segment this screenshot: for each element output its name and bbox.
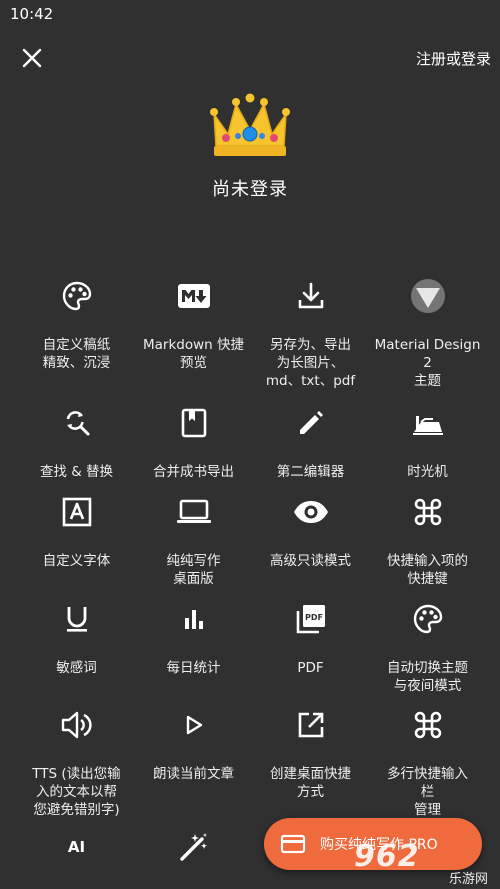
feature-custom-font[interactable]: 自定义字体 xyxy=(18,494,135,601)
feature-tts[interactable]: TTS (读出您输 入的文本以帮 您避免错别字) xyxy=(18,707,135,829)
feature-row: 自定义字体 纯纯写作 桌面版 高级只读模式 快捷输入项的 快捷键 xyxy=(18,494,486,601)
feature-label: 每日统计 xyxy=(166,660,221,676)
markdown-icon xyxy=(177,284,210,308)
feature-magic-wand[interactable] xyxy=(135,829,252,869)
ai-icon: AI xyxy=(67,838,86,856)
feature-label: 纯纯写作 桌面版 xyxy=(166,553,221,587)
feature-label: 合并成书导出 xyxy=(153,464,234,480)
register-login-link[interactable]: 注册或登录 xyxy=(416,48,491,69)
feature-label: 创建桌面快捷 方式 xyxy=(270,766,351,800)
feature-label: 高级只读模式 xyxy=(270,553,351,569)
feature-label: 时光机 xyxy=(407,464,448,480)
close-icon xyxy=(22,48,42,68)
status-bar: 10:42 xyxy=(0,0,500,28)
feature-markdown-preview[interactable]: Markdown 快捷 预览 xyxy=(135,278,252,402)
play-icon xyxy=(186,715,202,735)
bar-chart-icon xyxy=(184,610,203,629)
laptop-icon xyxy=(176,499,211,523)
feature-label: Material Design 2 主题 xyxy=(374,337,481,389)
feature-read-only-mode[interactable]: 高级只读模式 xyxy=(252,494,369,601)
feature-row: TTS (读出您输 入的文本以帮 您避免错别字) 朗读当前文章 创建桌面快捷 方… xyxy=(18,707,486,829)
feature-desktop-version[interactable]: 纯纯写作 桌面版 xyxy=(135,494,252,601)
feature-label: 查找 & 替换 xyxy=(39,464,114,480)
watermark: 962 乐游网 xyxy=(354,839,494,887)
feature-multiline-input-manage[interactable]: 多行快捷输入 栏 管理 xyxy=(369,707,486,829)
feature-second-editor[interactable]: 第二编辑器 xyxy=(252,405,369,494)
watermark-logo: 962 xyxy=(354,839,420,874)
feature-daily-stats[interactable]: 每日统计 xyxy=(135,601,252,707)
underline-icon xyxy=(66,607,87,632)
time-machine-icon xyxy=(412,416,443,435)
feature-quick-input-shortcuts[interactable]: 快捷输入项的 快捷键 xyxy=(369,494,486,601)
feature-label: PDF xyxy=(297,660,324,676)
feature-label: 自定义稿纸 精致、沉浸 xyxy=(42,337,111,371)
pdf-icon: PDF xyxy=(296,605,325,634)
eye-icon xyxy=(293,501,328,523)
feature-label: Markdown 快捷 预览 xyxy=(142,337,244,371)
feature-sensitive-words[interactable]: 敏感词 xyxy=(18,601,135,707)
feature-custom-paper[interactable]: 自定义稿纸 精致、沉浸 xyxy=(18,278,135,402)
feature-merge-book[interactable]: 合并成书导出 xyxy=(135,405,252,494)
book-icon xyxy=(181,408,206,438)
feature-desktop-shortcut[interactable]: 创建桌面快捷 方式 xyxy=(252,707,369,829)
material-design-icon xyxy=(410,279,445,313)
svg-text:PDF: PDF xyxy=(305,613,323,622)
palette-icon xyxy=(62,281,91,311)
close-button[interactable] xyxy=(19,45,45,71)
login-status: 尚未登录 xyxy=(212,179,288,200)
feature-auto-theme[interactable]: 自动切换主题 与夜间模式 xyxy=(369,601,486,707)
feature-find-replace[interactable]: 查找 & 替换 xyxy=(18,405,135,494)
feature-label: 敏感词 xyxy=(56,660,97,676)
credit-card-icon xyxy=(280,834,306,854)
command-key-icon xyxy=(414,498,441,526)
feature-label: 自定义字体 xyxy=(42,553,111,569)
feature-material-theme[interactable]: Material Design 2 主题 xyxy=(369,278,486,402)
speaker-icon xyxy=(61,711,92,739)
feature-label: 第二编辑器 xyxy=(276,464,345,480)
watermark-sub: 乐游网 xyxy=(448,872,488,887)
pencil-icon xyxy=(299,411,323,434)
feature-grid: 自定义稿纸 精致、沉浸 Markdown 快捷 预览 另存为、导出 为长图片、 … xyxy=(18,278,486,869)
find-replace-icon xyxy=(66,411,89,436)
feature-label: TTS (读出您输 入的文本以帮 您避免错别字) xyxy=(32,766,121,818)
feature-pdf[interactable]: PDF PDF xyxy=(252,601,369,707)
command-key-icon xyxy=(414,711,441,739)
feature-label: 快捷输入项的 快捷键 xyxy=(387,553,468,587)
feature-row: 自定义稿纸 精致、沉浸 Markdown 快捷 预览 另存为、导出 为长图片、 … xyxy=(18,278,486,402)
feature-read-article[interactable]: 朗读当前文章 xyxy=(135,707,252,829)
download-icon xyxy=(298,282,323,309)
feature-ai[interactable]: AI xyxy=(18,829,135,869)
feature-row: 查找 & 替换 合并成书导出 第二编辑器 时光机 xyxy=(18,405,486,494)
palette-icon xyxy=(413,604,442,634)
font-icon xyxy=(62,497,91,527)
open-in-new-icon xyxy=(298,712,323,738)
feature-label: 朗读当前文章 xyxy=(153,766,234,782)
feature-row: 敏感词 每日统计 PDF PDF 自动切换主题 与夜间模式 xyxy=(18,601,486,707)
feature-label: 多行快捷输入 栏 管理 xyxy=(387,766,468,818)
feature-time-machine[interactable]: 时光机 xyxy=(369,405,486,494)
status-time: 10:42 xyxy=(10,5,54,23)
feature-label: 自动切换主题 与夜间模式 xyxy=(387,660,468,694)
feature-label: 另存为、导出 为长图片、 md、txt、pdf xyxy=(265,337,356,389)
feature-save-export[interactable]: 另存为、导出 为长图片、 md、txt、pdf xyxy=(252,278,369,402)
magic-wand-icon xyxy=(179,833,207,861)
crown-icon xyxy=(210,93,290,156)
